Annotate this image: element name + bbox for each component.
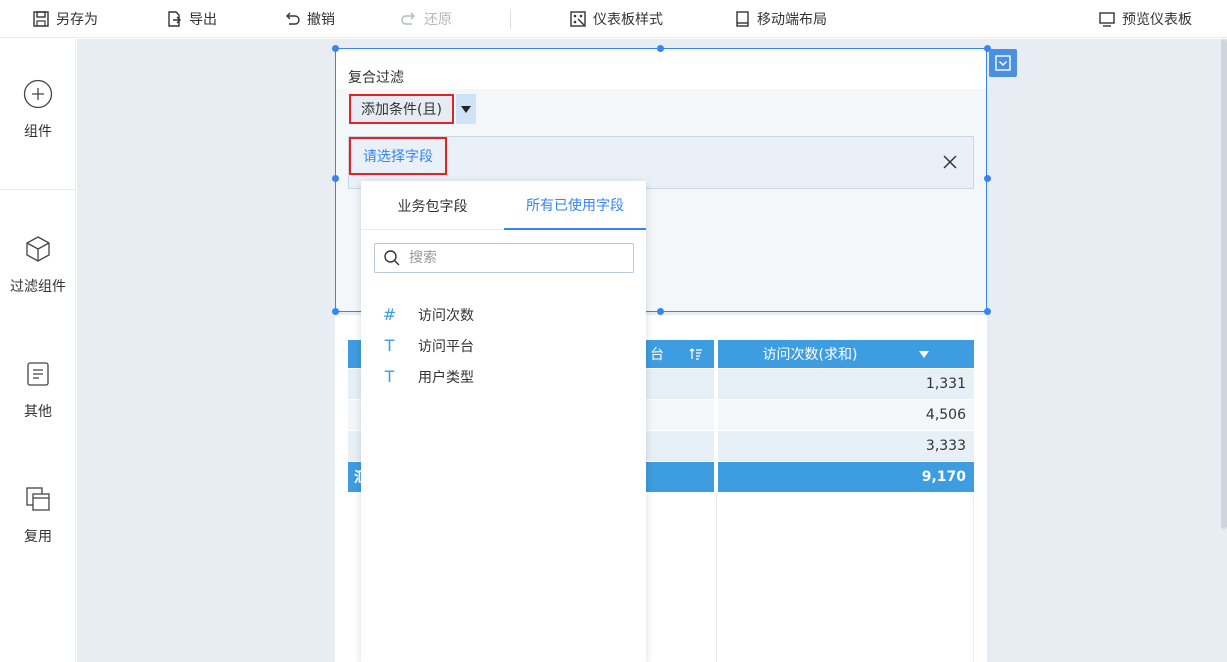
preview-dashboard-button[interactable]: 预览仪表板 <box>1098 0 1192 38</box>
monitor-icon <box>1099 12 1115 27</box>
mobile-layout-button[interactable]: 移动端布局 <box>733 0 827 38</box>
vertical-scrollbar[interactable] <box>1221 39 1227 529</box>
caret-down-icon[interactable] <box>919 350 930 358</box>
add-condition-button[interactable]: 添加条件(且) <box>349 94 454 124</box>
field-search <box>374 243 634 273</box>
preview-dashboard-label: 预览仪表板 <box>1122 12 1192 28</box>
column-divider <box>716 493 717 662</box>
plus-circle-icon <box>23 79 53 109</box>
redo-icon <box>401 12 415 25</box>
field-item-visits[interactable]: # 访问次数 <box>361 299 646 330</box>
sidebar-item-filter-components[interactable]: 过滤组件 <box>0 234 76 296</box>
save-as-label: 另存为 <box>56 12 98 28</box>
field-tabs: 业务包字段 所有已使用字段 <box>361 181 646 230</box>
dashboard-style-label: 仪表板样式 <box>593 12 663 28</box>
total-cell: 9,170 <box>718 462 974 492</box>
sort-icon[interactable] <box>688 346 704 362</box>
table-header-label: 台 <box>650 347 664 363</box>
close-icon[interactable] <box>941 153 959 171</box>
resize-handle[interactable] <box>332 45 339 52</box>
save-icon <box>33 11 49 27</box>
table-header-label: 访问次数(求和) <box>762 347 858 363</box>
add-condition-dropdown[interactable] <box>455 94 476 124</box>
mobile-icon <box>736 11 749 27</box>
widget-title: 复合过滤 <box>348 70 404 86</box>
export-label: 导出 <box>189 12 217 28</box>
field-item-platform[interactable]: T 访问平台 <box>361 330 646 361</box>
sidebar-item-label: 复用 <box>24 529 52 545</box>
sidebar-item-reuse[interactable]: 复用 <box>0 484 76 546</box>
undo-button[interactable]: 撤销 <box>283 0 335 38</box>
sidebar-item-label: 组件 <box>24 124 52 140</box>
text-type-icon: T <box>384 367 395 386</box>
table-cell: 1,331 <box>718 369 974 399</box>
copy-icon <box>26 487 50 511</box>
widget-menu-button[interactable] <box>989 49 1017 77</box>
component-sidebar: 组件 过滤组件 其他 复用 <box>0 39 76 662</box>
field-item-label: 用户类型 <box>418 369 474 386</box>
table-header-visits[interactable]: 访问次数(求和) <box>718 340 974 368</box>
sidebar-item-label: 其他 <box>24 404 52 420</box>
table-cell: 3,333 <box>718 431 974 461</box>
field-item-label: 访问次数 <box>418 307 474 324</box>
caret-down-icon <box>460 105 471 113</box>
undo-icon <box>286 12 300 25</box>
sidebar-divider <box>0 189 76 190</box>
search-input[interactable] <box>409 250 609 266</box>
save-as-button[interactable]: 另存为 <box>32 0 98 38</box>
search-icon <box>384 250 400 266</box>
field-item-user-type[interactable]: T 用户类型 <box>361 361 646 392</box>
sidebar-item-components[interactable]: 组件 <box>0 79 76 141</box>
resize-handle[interactable] <box>657 308 664 315</box>
cube-icon <box>26 236 50 262</box>
redo-button[interactable]: 还原 <box>400 0 452 38</box>
resize-handle[interactable] <box>657 45 664 52</box>
undo-label: 撤销 <box>307 12 335 28</box>
add-condition-group: 添加条件(且) <box>349 94 476 124</box>
column-divider <box>973 493 974 662</box>
export-icon <box>168 11 181 27</box>
mobile-layout-label: 移动端布局 <box>757 12 827 28</box>
text-type-icon: T <box>384 336 395 355</box>
document-icon <box>27 362 49 386</box>
sidebar-item-label: 过滤组件 <box>10 279 66 295</box>
field-item-label: 访问平台 <box>418 338 474 355</box>
chevron-down-box-icon <box>995 55 1011 71</box>
resize-handle[interactable] <box>332 308 339 315</box>
dashboard-style-button[interactable]: 仪表板样式 <box>569 0 663 38</box>
number-type-icon: # <box>382 305 397 324</box>
resize-handle[interactable] <box>984 175 991 182</box>
export-button[interactable]: 导出 <box>165 0 217 38</box>
resize-handle[interactable] <box>984 308 991 315</box>
redo-label: 还原 <box>424 12 452 28</box>
top-toolbar: 另存为 导出 撤销 还原 仪表板样式 移动端布局 预览仪表板 <box>0 0 1227 38</box>
resize-handle[interactable] <box>332 175 339 182</box>
palette-icon <box>570 11 586 27</box>
sidebar-item-other[interactable]: 其他 <box>0 359 76 421</box>
field-dropdown: 业务包字段 所有已使用字段 # 访问次数 T 访问平台 T 用户类型 <box>361 181 646 662</box>
table-cell: 4,506 <box>718 400 974 430</box>
tab-all-used-fields[interactable]: 所有已使用字段 <box>504 181 646 230</box>
tab-business-package-fields[interactable]: 业务包字段 <box>361 181 504 230</box>
widget-header <box>336 49 986 89</box>
field-select[interactable]: 请选择字段 <box>349 137 447 175</box>
toolbar-divider <box>510 9 511 29</box>
